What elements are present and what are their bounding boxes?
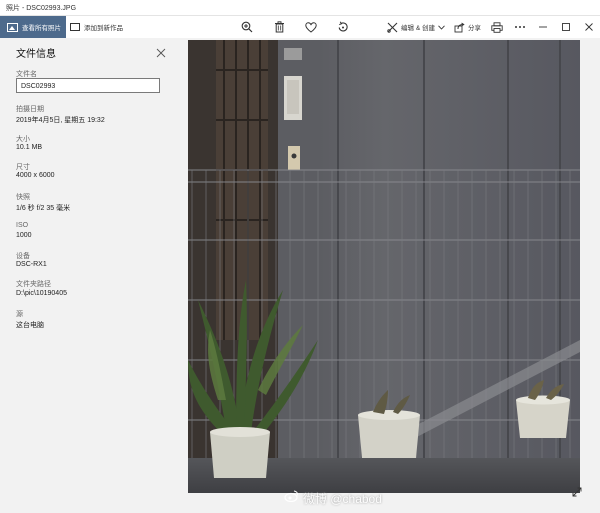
delete-icon bbox=[274, 21, 284, 33]
watermark-text: 微博 @chabod bbox=[303, 492, 382, 506]
close-icon bbox=[156, 48, 166, 58]
favorite-button[interactable] bbox=[304, 20, 318, 34]
see-all-photos-label: 查看所有照片 bbox=[22, 25, 61, 32]
date-label: 拍摄日期 bbox=[16, 106, 44, 113]
weibo-logo-icon bbox=[284, 490, 299, 502]
window-title: 照片 - DSC02993.JPG bbox=[6, 5, 77, 12]
file-info-panel: 文件信息 文件名 拍摄日期 2019年4月5日, 星期五 19:32 大小 10… bbox=[0, 38, 175, 513]
date-value: 2019年4月5日, 星期五 19:32 bbox=[16, 117, 105, 124]
iso-label: ISO bbox=[16, 222, 29, 229]
share-button[interactable]: 分享 bbox=[454, 22, 481, 33]
minimize-button[interactable] bbox=[536, 20, 550, 34]
iso-value: 1000 bbox=[16, 232, 32, 239]
source-value: 这台电脑 bbox=[16, 322, 44, 329]
edit-create-label: 编辑 & 创建 bbox=[401, 25, 435, 32]
zoom-button[interactable] bbox=[240, 20, 254, 34]
expand-icon[interactable] bbox=[572, 487, 582, 497]
add-creation-icon bbox=[70, 23, 80, 31]
shutter-value: 1/6 秒 f/2 35 毫米 bbox=[16, 205, 71, 212]
maximize-button[interactable] bbox=[559, 20, 573, 34]
more-icon bbox=[515, 26, 525, 28]
print-button[interactable] bbox=[490, 20, 504, 34]
edit-create-icon bbox=[387, 22, 398, 33]
photo-image bbox=[188, 40, 580, 493]
panel-title: 文件信息 bbox=[16, 49, 56, 60]
see-all-photos-button[interactable]: 查看所有照片 bbox=[0, 16, 66, 38]
chevron-down-icon bbox=[438, 24, 445, 30]
close-panel-button[interactable] bbox=[156, 45, 166, 58]
gallery-icon bbox=[7, 22, 18, 32]
print-icon bbox=[491, 21, 503, 33]
filename-input[interactable] bbox=[16, 78, 160, 93]
rotate-button[interactable] bbox=[336, 20, 350, 34]
device-label: 设备 bbox=[16, 253, 30, 260]
rotate-icon bbox=[338, 21, 348, 32]
more-button[interactable] bbox=[513, 20, 527, 34]
favorite-heart-icon bbox=[305, 21, 317, 33]
folder-value: D:\pic\10190405 bbox=[16, 290, 67, 297]
source-label: 源 bbox=[16, 311, 23, 318]
title-bar: 照片 - DSC02993.JPG bbox=[0, 0, 600, 16]
minimize-icon bbox=[539, 26, 547, 28]
folder-label: 文件夹路径 bbox=[16, 281, 51, 288]
toolbar-actions bbox=[240, 16, 350, 38]
share-label: 分享 bbox=[468, 25, 481, 32]
delete-button[interactable] bbox=[272, 20, 286, 34]
dimensions-label: 尺寸 bbox=[16, 164, 30, 171]
photo-view[interactable] bbox=[188, 40, 580, 493]
close-icon bbox=[585, 23, 593, 31]
add-to-creation-button[interactable]: 添加到新作品 bbox=[70, 16, 123, 38]
size-value: 10.1 MB bbox=[16, 144, 43, 151]
close-window-button[interactable] bbox=[582, 20, 596, 34]
share-icon bbox=[454, 22, 465, 32]
zoom-in-icon bbox=[241, 21, 253, 33]
dimensions-value: 4000 x 6000 bbox=[16, 172, 55, 179]
maximize-icon bbox=[562, 23, 570, 31]
size-label: 大小 bbox=[16, 136, 30, 143]
edit-create-button[interactable]: 编辑 & 创建 bbox=[387, 22, 445, 33]
toolbar: 查看所有照片 添加到新作品 编辑 & 创建 分享 bbox=[0, 16, 600, 38]
device-value: DSC-RX1 bbox=[16, 261, 47, 268]
toolbar-right: 编辑 & 创建 分享 bbox=[387, 16, 596, 38]
add-to-creation-label: 添加到新作品 bbox=[84, 25, 123, 32]
shutter-label: 快照 bbox=[16, 194, 30, 201]
